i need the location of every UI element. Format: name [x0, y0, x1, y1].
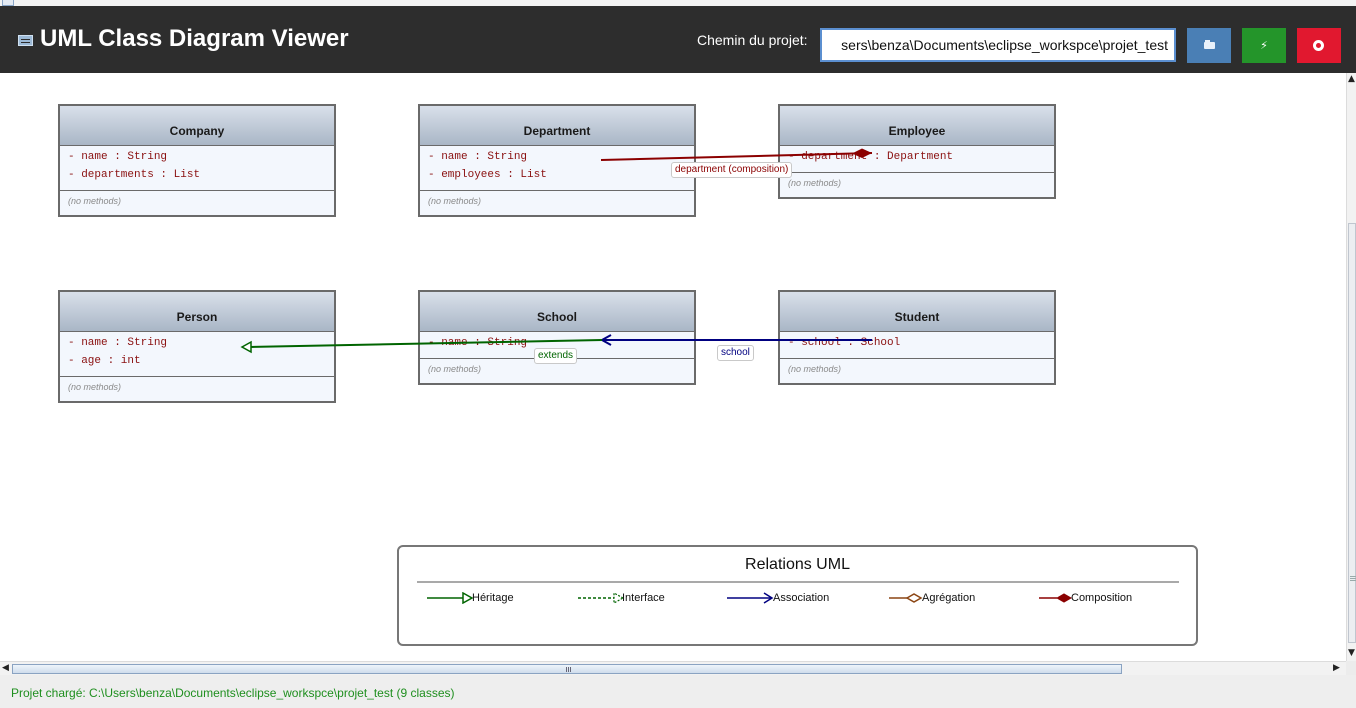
relation-label-extends: extends [534, 348, 578, 364]
close-project-button[interactable] [1297, 28, 1341, 63]
vertical-scroll-thumb[interactable] [1348, 223, 1356, 643]
generate-diagram-button[interactable]: ⚡ [1242, 28, 1286, 63]
relation-label-department: department (composition) [671, 162, 793, 178]
app-logo-icon [18, 35, 33, 46]
grip-icon [1350, 576, 1356, 577]
legend-label: Héritage [472, 592, 514, 604]
scroll-left-arrow-icon[interactable]: ◀ [2, 663, 9, 673]
app-title: UML Class Diagram Viewer [40, 25, 349, 52]
lightning-icon: ⚡ [1260, 39, 1268, 52]
relation-label-school: school [717, 345, 754, 361]
uml-legend: Relations UML Héritage Interface Associa… [397, 545, 1198, 646]
grip-icon [566, 667, 567, 672]
scroll-down-arrow-icon[interactable]: ▼ [1348, 648, 1355, 658]
association-line-icon [727, 592, 774, 604]
horizontal-scroll-thumb[interactable] [12, 664, 1122, 674]
app-header: UML Class Diagram Viewer Chemin du proje… [0, 6, 1356, 73]
legend-label: Composition [1071, 592, 1133, 604]
status-text: Projet chargé: C:\Users\benza\Documents\… [11, 686, 455, 700]
status-bar: Projet chargé: C:\Users\benza\Documents\… [0, 675, 1356, 708]
diagram-canvas[interactable]: Company - name : String - departments : … [0, 73, 1346, 661]
horizontal-scrollbar[interactable]: ◀ ▶ [0, 661, 1346, 675]
project-path-input[interactable] [820, 28, 1176, 62]
power-icon [1310, 37, 1327, 54]
legend-label: Interface [622, 592, 665, 604]
project-path-label: Chemin du projet: [697, 32, 808, 48]
vertical-scrollbar[interactable]: ▲ ▼ [1346, 73, 1356, 661]
scroll-corner [1346, 661, 1356, 675]
inheritance-line-icon [427, 592, 474, 604]
interface-line-icon [578, 592, 625, 604]
legend-label: Agrégation [922, 592, 976, 604]
association-relation-line[interactable] [599, 334, 872, 346]
inheritance-arrow-icon [240, 340, 252, 354]
scroll-right-arrow-icon[interactable]: ▶ [1333, 663, 1340, 673]
scroll-up-arrow-icon[interactable]: ▲ [1348, 74, 1355, 84]
legend-label: Association [773, 592, 830, 604]
legend-title: Relations UML [745, 556, 850, 573]
composition-relation-line[interactable] [600, 148, 873, 161]
legend-divider [417, 581, 1179, 583]
folder-icon [1204, 40, 1215, 49]
open-project-button[interactable] [1187, 28, 1231, 63]
composition-diamond-icon [852, 148, 872, 158]
